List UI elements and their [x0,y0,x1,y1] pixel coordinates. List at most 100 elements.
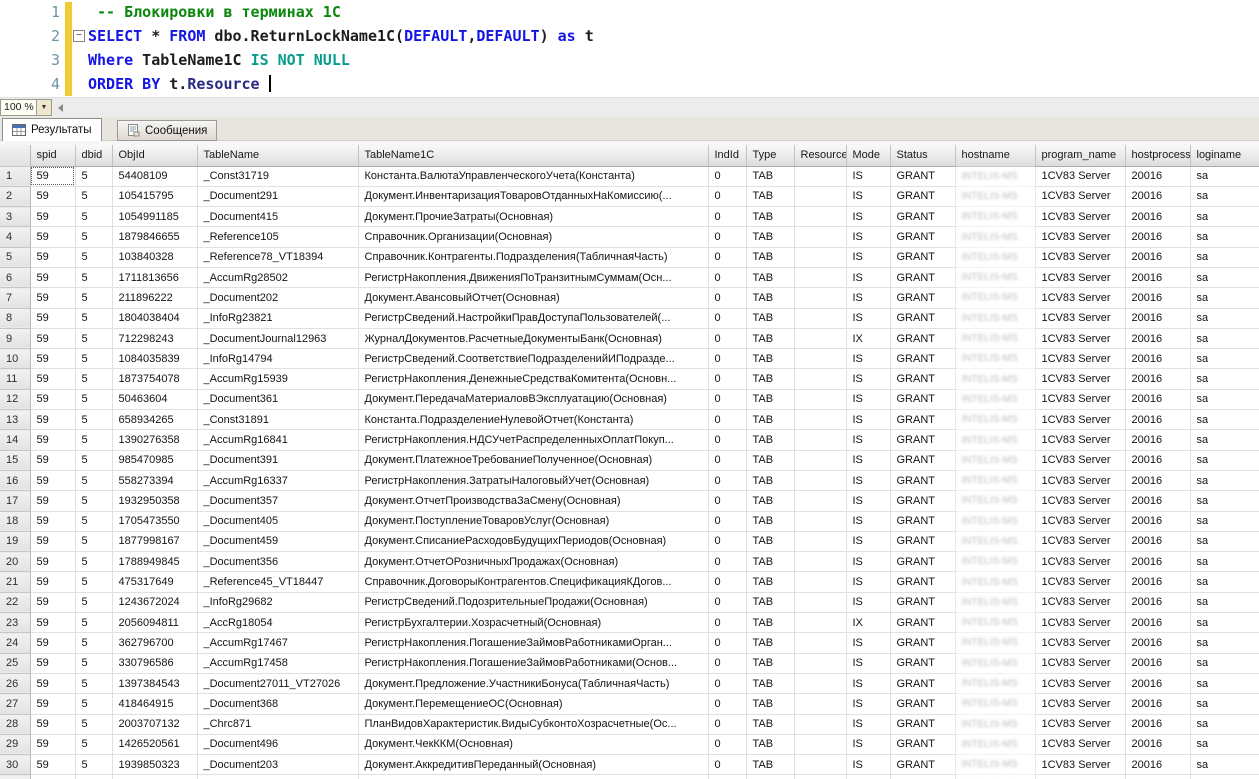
cell-dbid[interactable]: 5 [75,612,113,634]
cell-hostprocess[interactable]: 20016 [1125,673,1191,695]
cell-dbid[interactable]: 5 [75,490,113,512]
cell-spid[interactable]: 59 [30,389,76,411]
cell-loginame[interactable]: sa [1190,206,1259,228]
cell-hostname[interactable]: INTELIS-MS [955,734,1036,756]
cell-dbid[interactable]: 5 [75,774,113,779]
cell-loginame[interactable]: sa [1190,632,1259,654]
cell-status[interactable]: GRANT [890,166,956,187]
cell-tablename[interactable]: _Const31891 [197,409,359,431]
cell-mode[interactable]: IS [846,571,891,593]
cell-tablename[interactable]: _AccumRg15939 [197,368,359,390]
cell-resource[interactable] [794,693,847,715]
cell-tablename1c[interactable]: РегистрНакопления.НДСУчетРаспределенныхО… [358,429,709,451]
cell-spid[interactable]: 59 [30,226,76,248]
cell-dbid[interactable]: 5 [75,571,113,593]
cell-indid[interactable]: 0 [708,632,747,654]
cell-tablename1c[interactable]: Документ.ОтчетПроизводстваЗаСмену(Основн… [358,490,709,512]
cell-hostprocess[interactable]: 20016 [1125,166,1191,187]
cell-resource[interactable] [794,571,847,593]
cell-status[interactable]: GRANT [890,206,956,228]
cell-spid[interactable]: 59 [30,247,76,268]
cell-tablename1c[interactable]: Документ.ПолученныйКраткосрочныйЗаем(Осн… [358,774,709,779]
cell-program-name[interactable]: 1CV83 Server [1035,450,1126,471]
cell-spid[interactable]: 59 [30,206,76,228]
cell-hostname[interactable]: INTELIS-MS [955,693,1036,715]
row-number-cell[interactable]: 2 [0,186,31,208]
cell-mode[interactable]: IS [846,409,891,431]
cell-status[interactable]: GRANT [890,551,956,573]
hscroll-left-arrow-icon[interactable] [58,104,63,112]
cell-dbid[interactable]: 5 [75,267,113,289]
cell-hostname[interactable]: INTELIS-MS [955,714,1036,735]
cell-resource[interactable] [794,186,847,208]
cell-tablename[interactable]: _Document405 [197,511,359,532]
cell-status[interactable]: GRANT [890,754,956,776]
cell-hostname[interactable]: INTELIS-MS [955,287,1036,309]
cell-mode[interactable]: IS [846,226,891,248]
column-header-resource[interactable]: Resource [794,145,847,167]
cell-status[interactable]: GRANT [890,186,956,208]
cell-mode[interactable]: IS [846,206,891,228]
cell-tablename1c[interactable]: Документ.ПлатежноеТребованиеПолученное(О… [358,450,709,471]
cell-indid[interactable]: 0 [708,308,747,329]
cell-spid[interactable]: 59 [30,409,76,431]
column-header-dbid[interactable]: dbid [75,145,113,167]
cell-mode[interactable]: IX [846,328,891,350]
cell-spid[interactable]: 59 [30,653,76,674]
cell-type[interactable]: TAB [746,673,795,695]
cell-loginame[interactable]: sa [1190,450,1259,471]
cell-dbid[interactable]: 5 [75,714,113,735]
cell-type[interactable]: TAB [746,592,795,614]
cell-objid[interactable]: 1932950358 [112,490,198,512]
cell-type[interactable]: TAB [746,368,795,390]
cell-status[interactable]: GRANT [890,531,956,553]
row-number-cell[interactable]: 11 [0,368,31,390]
cell-hostprocess[interactable]: 20016 [1125,247,1191,268]
column-header-tablename1c[interactable]: TableName1C [358,145,709,167]
cell-loginame[interactable]: sa [1190,551,1259,573]
cell-program-name[interactable]: 1CV83 Server [1035,490,1126,512]
cell-objid[interactable]: 712298243 [112,328,198,350]
row-number-cell[interactable]: 31 [0,774,31,779]
cell-loginame[interactable]: sa [1190,511,1259,532]
cell-dbid[interactable]: 5 [75,328,113,350]
cell-tablename[interactable]: _Reference78_VT18394 [197,247,359,268]
row-number-cell[interactable]: 15 [0,450,31,471]
cell-hostname[interactable]: INTELIS-MS [955,754,1036,776]
tab-results[interactable]: Результаты [2,118,102,141]
cell-dbid[interactable]: 5 [75,226,113,248]
cell-loginame[interactable]: sa [1190,166,1259,187]
cell-loginame[interactable]: sa [1190,409,1259,431]
zoom-value[interactable]: 100 % [0,99,37,116]
cell-type[interactable]: TAB [746,206,795,228]
cell-hostprocess[interactable]: 20016 [1125,754,1191,776]
cell-indid[interactable]: 0 [708,429,747,451]
cell-tablename1c[interactable]: ПланВидовХарактеристик.ВидыСубконтоХозра… [358,714,709,735]
cell-status[interactable]: GRANT [890,632,956,654]
cell-tablename[interactable]: _Document368 [197,693,359,715]
cell-mode[interactable]: IS [846,267,891,289]
cell-spid[interactable]: 59 [30,511,76,532]
cell-status[interactable]: GRANT [890,571,956,593]
cell-indid[interactable]: 0 [708,612,747,634]
cell-dbid[interactable]: 5 [75,186,113,208]
sql-editor[interactable]: 1 -- Блокировки в терминах 1С 2 − SELECT * … [0,0,1259,97]
cell-tablename[interactable]: _AccumRg16841 [197,429,359,451]
cell-type[interactable]: TAB [746,754,795,776]
cell-spid[interactable]: 59 [30,368,76,390]
cell-hostname[interactable]: INTELIS-MS [955,389,1036,411]
cell-tablename1c[interactable]: Документ.ОтчетОРозничныхПродажах(Основна… [358,551,709,573]
cell-loginame[interactable]: sa [1190,308,1259,329]
cell-spid[interactable]: 59 [30,592,76,614]
cell-indid[interactable]: 0 [708,734,747,756]
cell-resource[interactable] [794,166,847,187]
cell-program-name[interactable]: 1CV83 Server [1035,632,1126,654]
cell-status[interactable]: GRANT [890,389,956,411]
cell-hostprocess[interactable]: 20016 [1125,653,1191,674]
cell-hostname[interactable]: INTELIS-MS [955,409,1036,431]
cell-objid[interactable]: 1804038404 [112,308,198,329]
cell-indid[interactable]: 0 [708,592,747,614]
cell-tablename1c[interactable]: Документ.ПрочиеЗатраты(Основная) [358,206,709,228]
cell-dbid[interactable]: 5 [75,348,113,370]
cell-resource[interactable] [794,368,847,390]
